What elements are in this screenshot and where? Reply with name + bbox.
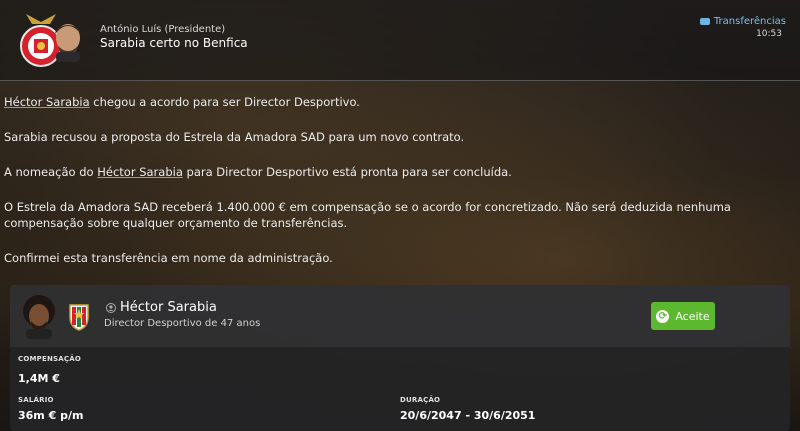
duration-value: 20/6/2047 - 30/6/2051 xyxy=(400,409,536,422)
president-avatar-icon xyxy=(55,24,81,62)
staff-icon xyxy=(106,302,116,313)
message-body: Héctor Sarabia chegou a acordo para ser … xyxy=(4,94,794,285)
compensation-value: 1,4M € xyxy=(18,372,60,385)
salary-label: SALÁRIO xyxy=(18,396,54,404)
compensation-label: COMPENSAÇÃO xyxy=(18,355,81,363)
person-link[interactable]: Héctor Sarabia xyxy=(4,95,90,109)
transfer-card: Héctor Sarabia Director Desportivo de 47… xyxy=(10,285,790,431)
message-subject: Sarabia certo no Benfica xyxy=(100,36,248,50)
paragraph-3: A nomeação do Héctor Sarabia para Direct… xyxy=(4,165,512,179)
sender-name: António Luís (Presidente) xyxy=(100,24,226,35)
tag-label: Transferências xyxy=(713,16,786,27)
duration-label: DURAÇÃO xyxy=(400,396,441,404)
transfer-tag[interactable]: Transferências xyxy=(699,16,786,27)
accept-label: Aceite xyxy=(675,309,710,323)
paragraph-2: Sarabia recusou a proposta do Estrela da… xyxy=(4,130,465,144)
refresh-icon: ⟳ xyxy=(656,309,670,323)
message-header: António Luís (Presidente) Sarabia certo … xyxy=(0,0,800,80)
person-link[interactable]: Héctor Sarabia xyxy=(97,165,183,179)
paragraph-4: O Estrela da Amadora SAD receberá 1.400.… xyxy=(4,200,731,230)
paragraph-1: Héctor Sarabia chegou a acordo para ser … xyxy=(4,95,360,109)
card-header: Héctor Sarabia Director Desportivo de 47… xyxy=(10,285,790,347)
transfer-tag-icon xyxy=(699,18,710,25)
person-face-icon[interactable] xyxy=(18,295,60,339)
accept-button[interactable]: ⟳ Aceite xyxy=(651,302,715,330)
estrela-crest-icon[interactable] xyxy=(68,303,90,331)
message-time: 10:53 xyxy=(756,29,782,39)
paragraph-5: Confirmei esta transferência em nome da … xyxy=(4,251,333,265)
salary-value: 36m € p/m xyxy=(18,409,84,422)
person-role: Director Desportivo de 47 anos xyxy=(104,318,261,329)
person-name[interactable]: Héctor Sarabia xyxy=(120,300,217,315)
person-name-row: Héctor Sarabia xyxy=(106,300,217,315)
header-divider xyxy=(0,80,800,81)
